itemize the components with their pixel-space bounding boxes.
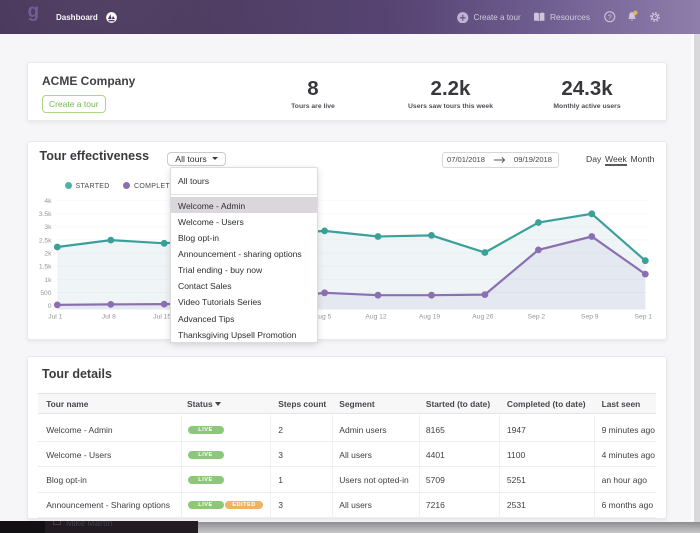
svg-text:500: 500 xyxy=(40,290,51,297)
svg-text:Sep 1: Sep 1 xyxy=(635,314,653,321)
svg-text:2.5k: 2.5k xyxy=(39,237,52,244)
svg-text:4k: 4k xyxy=(44,198,52,205)
svg-text:0: 0 xyxy=(48,303,52,310)
svg-text:Jul 8: Jul 8 xyxy=(102,314,116,321)
svg-text:3.5k: 3.5k xyxy=(39,211,52,218)
svg-text:Aug 12: Aug 12 xyxy=(365,314,386,321)
svg-text:2k: 2k xyxy=(44,251,52,258)
svg-text:Sep 9: Sep 9 xyxy=(581,314,599,321)
svg-text:3k: 3k xyxy=(44,224,52,231)
svg-text:Jul 15: Jul 15 xyxy=(153,314,171,321)
svg-text:Sep 2: Sep 2 xyxy=(528,314,546,321)
svg-text:Aug 26: Aug 26 xyxy=(472,314,493,321)
svg-text:Aug 19: Aug 19 xyxy=(419,314,440,321)
svg-text:1.5k: 1.5k xyxy=(39,264,52,271)
svg-text:1k: 1k xyxy=(44,277,52,284)
svg-text:?: ? xyxy=(608,13,612,22)
svg-text:Jul 1: Jul 1 xyxy=(48,314,62,321)
